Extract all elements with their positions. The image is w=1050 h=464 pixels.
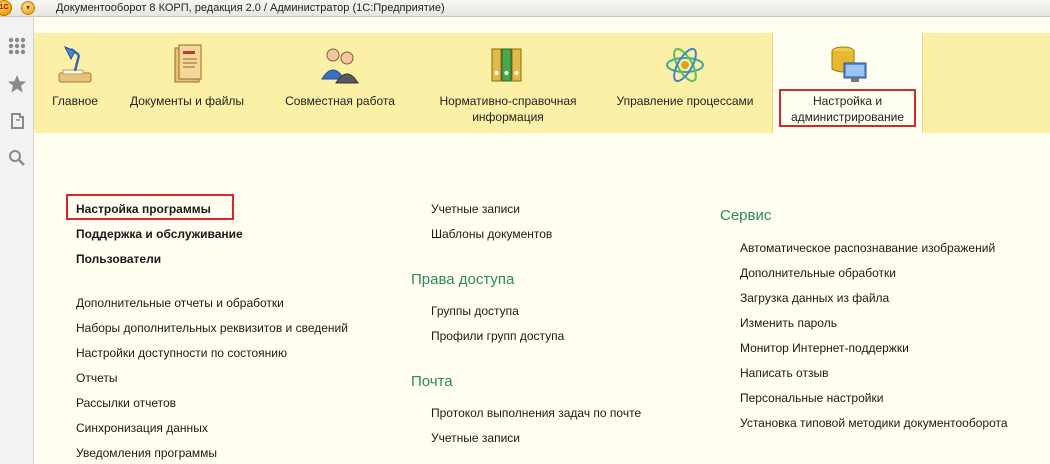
main-menu-button[interactable]: ▾ — [21, 1, 35, 15]
link-access-groups[interactable]: Группы доступа — [431, 304, 519, 318]
content-area: Настройка программы Поддержка и обслужив… — [34, 133, 1050, 464]
link-access-group-profiles[interactable]: Профили групп доступа — [431, 329, 564, 343]
link-data-sync[interactable]: Синхронизация данных — [76, 421, 208, 435]
title-bar: 1С ▾ Документооборот 8 КОРП, редакция 2.… — [0, 0, 1050, 17]
people-icon — [321, 48, 359, 84]
link-additional-processing[interactable]: Дополнительные обработки — [740, 266, 896, 280]
favorites-star-icon[interactable] — [7, 74, 27, 94]
section-label: Совместная работа — [285, 94, 395, 108]
link-accounts[interactable]: Учетные записи — [431, 202, 520, 216]
group-title-mail: Почта — [411, 373, 453, 390]
link-notifications[interactable]: Уведомления программы — [76, 446, 217, 460]
desk-lamp-icon — [58, 46, 92, 83]
section-label: Нормативно-справочная информация — [439, 94, 577, 124]
section-reference-data[interactable]: Нормативно-справочная информация — [420, 33, 596, 133]
link-reports[interactable]: Отчеты — [76, 371, 117, 385]
history-icon[interactable] — [7, 111, 27, 131]
section-collaboration[interactable]: Совместная работа — [274, 33, 406, 133]
link-image-recognition[interactable]: Автоматическое распознавание изображений — [740, 241, 995, 255]
window-title: Документооборот 8 КОРП, редакция 2.0 / А… — [56, 2, 445, 14]
link-write-review[interactable]: Написать отзыв — [740, 366, 828, 380]
group-title-service: Сервис — [720, 207, 772, 224]
link-mail-accounts[interactable]: Учетные записи — [431, 431, 520, 445]
section-process-management[interactable]: Управление процессами — [606, 33, 764, 133]
link-additional-reports[interactable]: Дополнительные отчеты и обработки — [76, 296, 284, 310]
link-support[interactable]: Поддержка и обслуживание — [76, 227, 243, 241]
link-install-methodology[interactable]: Установка типовой методики документообор… — [740, 416, 1008, 430]
section-label: Документы и файлы — [129, 94, 245, 108]
link-personal-settings[interactable]: Персональные настройки — [740, 391, 883, 405]
grid-menu-icon[interactable] — [7, 36, 27, 56]
link-report-mailings[interactable]: Рассылки отчетов — [76, 396, 176, 410]
document-folder-icon — [174, 44, 202, 83]
link-load-from-file[interactable]: Загрузка данных из файла — [740, 291, 889, 305]
link-change-password[interactable]: Изменить пароль — [740, 316, 837, 330]
link-mail-task-log[interactable]: Протокол выполнения задач по почте — [431, 406, 641, 420]
link-document-templates[interactable]: Шаблоны документов — [431, 227, 552, 241]
section-label: Главное — [52, 94, 98, 108]
computer-database-icon — [831, 46, 866, 82]
section-label: Управление процессами — [616, 94, 754, 108]
section-administration[interactable]: Настройка и администрирование — [772, 33, 923, 133]
left-toolbar — [0, 17, 34, 464]
sections-panel: Главное Документы и файлы Совместная раб… — [34, 33, 1050, 133]
binders-icon — [491, 48, 522, 82]
section-documents[interactable]: Документы и файлы — [122, 33, 252, 133]
search-icon[interactable] — [7, 148, 27, 168]
group-title-access-rights: Права доступа — [411, 271, 515, 288]
section-highlight-box — [779, 89, 916, 127]
link-internet-support-monitor[interactable]: Монитор Интернет-поддержки — [740, 341, 909, 355]
link-additional-attributes[interactable]: Наборы дополнительных реквизитов и сведе… — [76, 321, 348, 335]
app-logo-icon[interactable]: 1С — [0, 0, 12, 16]
link-users[interactable]: Пользователи — [76, 252, 161, 266]
section-main[interactable]: Главное — [42, 33, 108, 133]
link-highlight-box — [66, 194, 234, 220]
process-atom-icon — [666, 48, 704, 82]
link-availability-settings[interactable]: Настройки доступности по состоянию — [76, 346, 287, 360]
